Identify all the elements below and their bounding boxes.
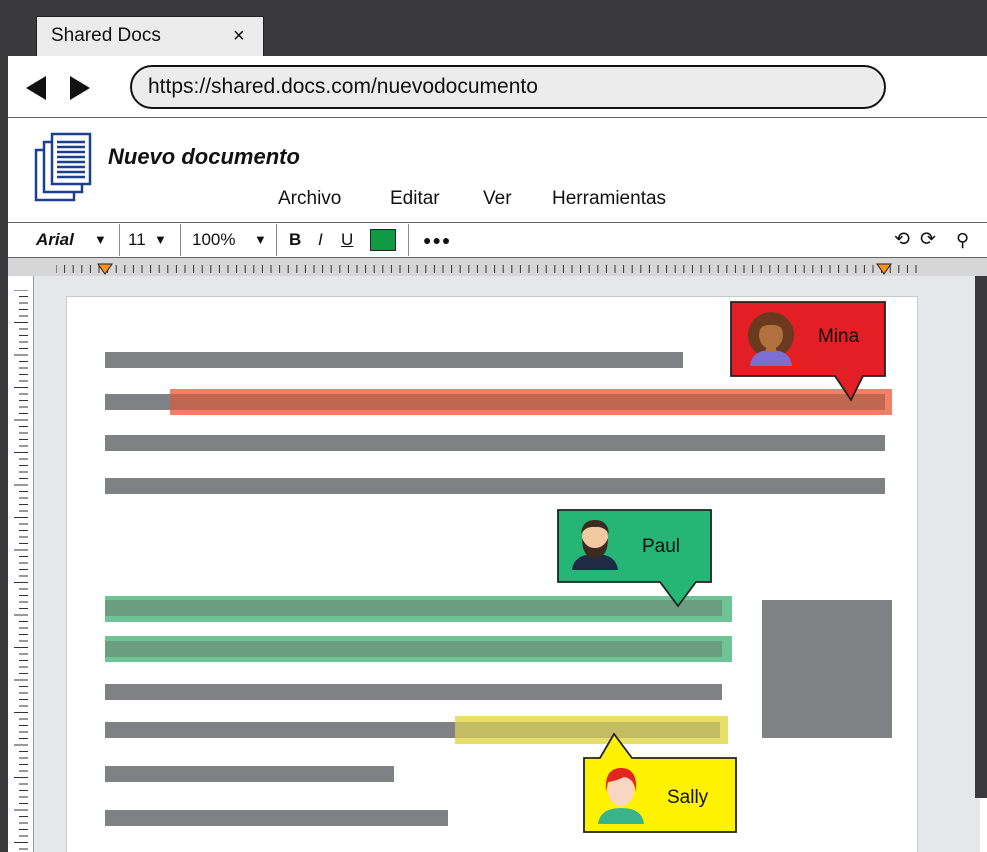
text-line[interactable] xyxy=(105,684,722,700)
text-line[interactable] xyxy=(105,810,448,826)
paul-avatar-icon xyxy=(572,520,618,570)
back-arrow-icon[interactable] xyxy=(26,76,46,100)
forward-arrow-icon[interactable] xyxy=(70,76,90,100)
bold-button[interactable]: B xyxy=(289,230,301,250)
text-line xyxy=(105,641,722,657)
mina-name: Mina xyxy=(818,326,860,347)
scrollbar[interactable] xyxy=(975,276,987,798)
toolbar-divider xyxy=(119,224,120,256)
font-select[interactable]: Arial xyxy=(36,230,74,250)
chevron-down-icon[interactable]: ▼ xyxy=(94,230,107,250)
undo-icon[interactable]: ⟲ xyxy=(894,230,910,250)
toolbar-divider xyxy=(276,224,277,256)
sally-name: Sally xyxy=(667,787,709,808)
text-line[interactable] xyxy=(105,352,683,368)
text-line[interactable] xyxy=(105,766,394,782)
menu-herramientas[interactable]: Herramientas xyxy=(552,188,666,210)
font-size-select[interactable]: 11 xyxy=(128,230,146,250)
toolbar-divider xyxy=(408,224,409,256)
text-line[interactable] xyxy=(105,478,885,494)
paul-name: Paul xyxy=(642,536,681,557)
ruler-ticks xyxy=(56,265,917,273)
url-input[interactable]: https://shared.docs.com/nuevodocumento xyxy=(130,65,886,109)
chevron-down-icon[interactable]: ▼ xyxy=(254,230,267,250)
redo-icon[interactable]: ⟳ xyxy=(920,230,936,250)
text-color-button[interactable] xyxy=(370,229,396,251)
italic-button[interactable]: I xyxy=(318,230,323,250)
menu-ver[interactable]: Ver xyxy=(483,188,512,210)
menu-archivo[interactable]: Archivo xyxy=(278,188,341,210)
search-icon[interactable]: ⚲ xyxy=(956,230,969,250)
more-options-icon[interactable]: ●●● xyxy=(423,230,451,250)
toolbar-divider xyxy=(180,224,181,256)
right-indent-marker-icon[interactable] xyxy=(876,263,892,275)
left-indent-marker-icon[interactable] xyxy=(97,263,113,275)
menu-editar[interactable]: Editar xyxy=(390,188,440,210)
sally-avatar-icon xyxy=(598,768,644,824)
text-line[interactable] xyxy=(105,435,885,451)
underline-button[interactable]: U xyxy=(341,230,353,250)
mina-avatar-icon xyxy=(748,312,794,366)
browser-tab[interactable]: Shared Docs × xyxy=(36,16,264,56)
image-placeholder[interactable] xyxy=(762,600,892,738)
chevron-down-icon[interactable]: ▼ xyxy=(154,230,167,250)
tab-title: Shared Docs xyxy=(51,25,161,46)
document-icon xyxy=(34,132,92,202)
zoom-select[interactable]: 100% xyxy=(192,230,235,250)
close-tab-icon[interactable]: × xyxy=(233,26,245,46)
document-title[interactable]: Nuevo documento xyxy=(108,144,300,170)
vertical-ruler-ticks xyxy=(14,290,28,850)
